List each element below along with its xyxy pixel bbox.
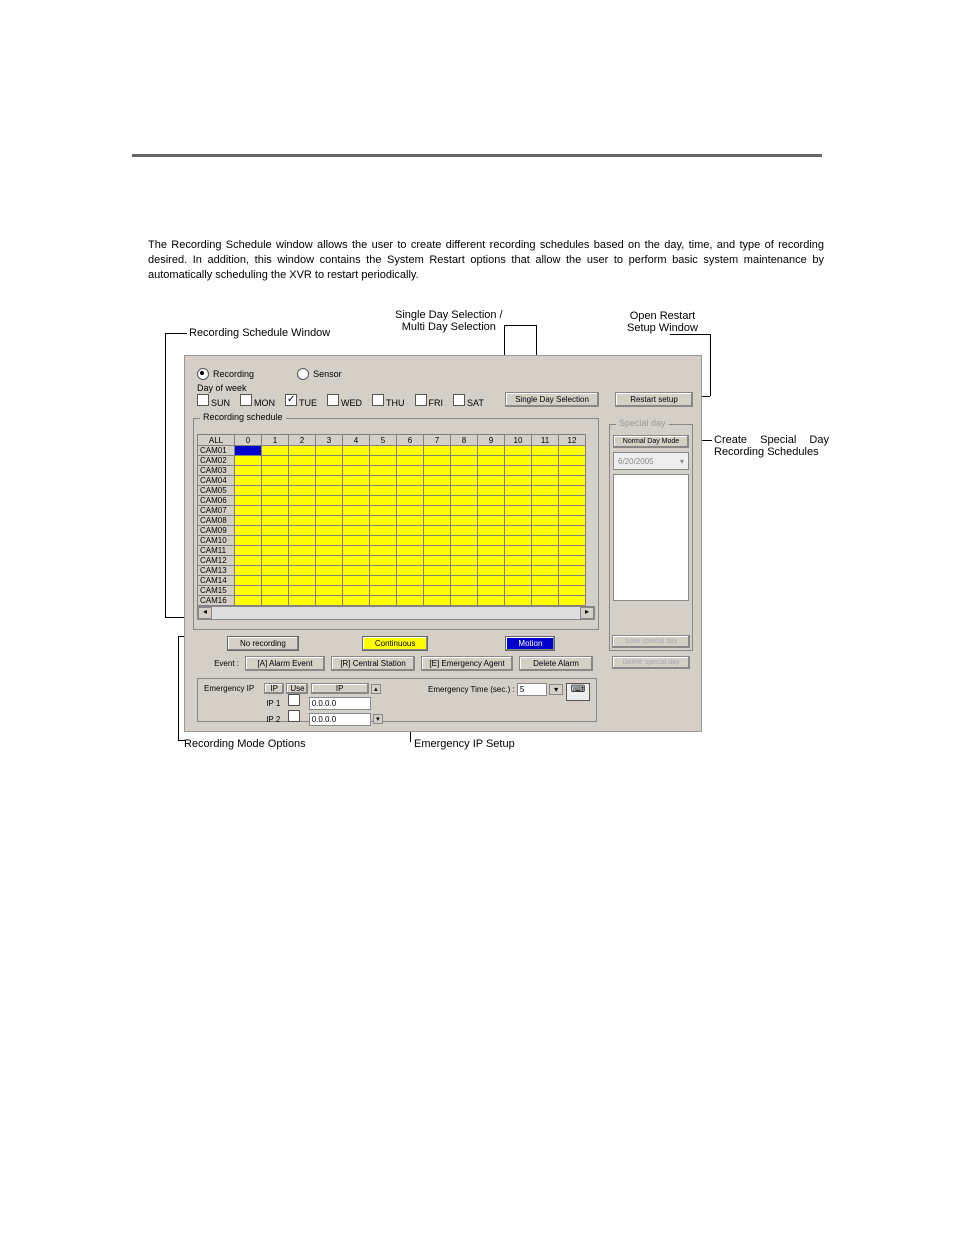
emergency-ip-label: Emergency IP xyxy=(204,684,262,693)
chk-sun[interactable]: SUN xyxy=(197,394,230,408)
dropdown-icon[interactable]: ▾ xyxy=(549,684,563,695)
chk-sat[interactable]: SAT xyxy=(453,394,484,408)
emip-col-ip: IP xyxy=(264,683,284,694)
callout-open-restart: Open Restart Setup Window xyxy=(627,310,698,334)
scroll-right-icon[interactable]: ▸ xyxy=(580,607,594,619)
chk-thu[interactable]: THU xyxy=(372,394,405,408)
dropdown-icon: ▾ xyxy=(680,457,684,466)
day-of-week-row: SUN MON TUE WED THU FRI SAT xyxy=(197,394,484,408)
leader-line xyxy=(504,325,537,326)
leader-line xyxy=(710,334,711,396)
central-station-button[interactable]: [R] Central Station xyxy=(331,656,415,671)
scroll-up-icon[interactable]: ▴ xyxy=(371,684,381,694)
radio-recording[interactable]: Recording xyxy=(197,368,254,380)
ip1-use-checkbox[interactable] xyxy=(288,694,300,706)
callout-single-multi-day: Single Day Selection / Multi Day Selecti… xyxy=(395,309,503,333)
restart-setup-button[interactable]: Restart setup xyxy=(615,392,693,407)
chk-mon[interactable]: MON xyxy=(240,394,275,408)
ip2-use-checkbox[interactable] xyxy=(288,710,300,722)
recording-schedule-legend: Recording schedule xyxy=(200,412,286,422)
callout-create-special: Create Special Day Recording Schedules xyxy=(714,434,829,458)
callout-emergency-ip-setup: Emergency IP Setup xyxy=(414,738,515,750)
bracket-recording-window xyxy=(165,333,184,618)
save-special-day-button[interactable]: Save special day xyxy=(612,635,690,648)
delete-alarm-button[interactable]: Delete Alarm xyxy=(519,656,593,671)
special-day-legend: Special day xyxy=(616,418,669,428)
emergency-agent-button[interactable]: [E] Emergency Agent xyxy=(421,656,513,671)
emip-col-ip2: IP xyxy=(311,683,369,694)
day-of-week-label: Day of week xyxy=(197,383,247,393)
leader-line xyxy=(670,334,710,335)
emip-col-use: Use xyxy=(286,683,308,694)
ip2-input[interactable] xyxy=(309,713,371,726)
normal-day-mode-button[interactable]: Normal Day Mode xyxy=(613,435,689,448)
horizontal-scrollbar[interactable]: ◂ ▸ xyxy=(197,606,595,620)
chk-fri[interactable]: FRI xyxy=(415,394,444,408)
chk-wed[interactable]: WED xyxy=(327,394,362,408)
special-day-panel: Special day Normal Day Mode 6/20/2005▾ xyxy=(609,424,693,651)
callout-recording-schedule-window: Recording Schedule Window xyxy=(189,327,330,339)
mode-continuous[interactable]: Continuous xyxy=(362,636,428,651)
leader-line xyxy=(504,325,505,355)
special-date-picker[interactable]: 6/20/2005▾ xyxy=(613,452,689,470)
event-label: Event : xyxy=(197,659,239,668)
emergency-time-input[interactable] xyxy=(517,683,547,696)
divider xyxy=(132,154,822,157)
radio-sensor-label: Sensor xyxy=(313,369,342,379)
alarm-event-button[interactable]: [A] Alarm Event xyxy=(245,656,325,671)
chk-tue[interactable]: TUE xyxy=(285,394,317,408)
scroll-left-icon[interactable]: ◂ xyxy=(198,607,212,619)
delete-special-day-button[interactable]: Delete special day xyxy=(612,656,690,669)
mode-motion[interactable]: Motion xyxy=(505,636,555,651)
ip1-input[interactable] xyxy=(309,697,371,710)
event-row: Event : [A] Alarm Event [R] Central Stat… xyxy=(197,656,595,671)
radio-recording-label: Recording xyxy=(213,369,254,379)
ip1-label: IP 1 xyxy=(264,699,282,708)
single-day-selection-button[interactable]: Single Day Selection xyxy=(505,392,599,407)
ip2-label: IP 2 xyxy=(264,715,282,724)
emergency-time-label: Emergency Time (sec.) : xyxy=(428,685,515,694)
special-day-list[interactable] xyxy=(613,474,689,601)
intro-paragraph: The Recording Schedule window allows the… xyxy=(148,238,824,283)
schedule-grid[interactable]: ALL0123456789101112CAM01CAM02CAM03CAM04C… xyxy=(197,434,595,620)
recording-schedule-dialog: Recording Sensor Day of week SUN MON TUE… xyxy=(184,355,702,732)
radio-sensor[interactable]: Sensor xyxy=(297,368,342,380)
keyboard-icon[interactable]: ⌨ xyxy=(566,683,590,701)
mode-no-recording[interactable]: No recording xyxy=(227,636,299,651)
recording-mode-legend-row: No recording Continuous Motion xyxy=(197,636,595,651)
scroll-down-icon[interactable]: ▾ xyxy=(373,714,383,724)
callout-recording-mode-options: Recording Mode Options xyxy=(184,738,306,750)
emergency-ip-panel: Emergency IP IP Use IP ▴ IP 1 IP 2 ▾ Eme… xyxy=(197,678,597,722)
